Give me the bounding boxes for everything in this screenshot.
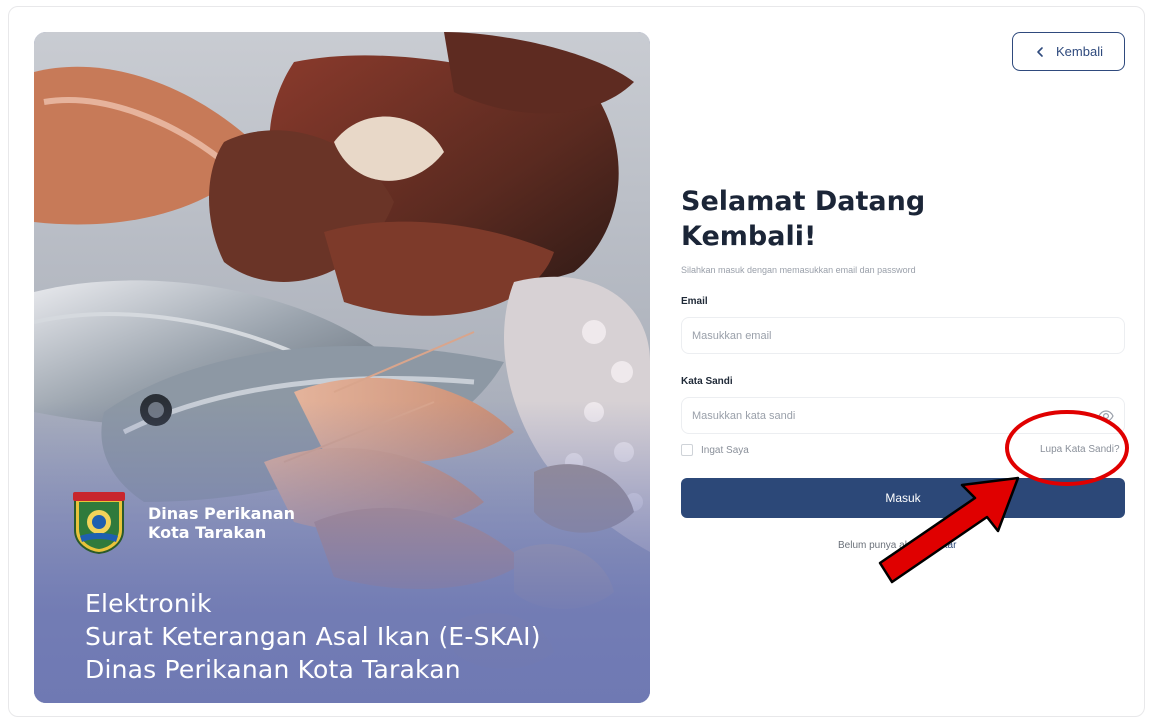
hero-panel: Dinas Perikanan Kota Tarakan Elektronik … xyxy=(34,32,650,703)
signup-prompt: Belum punya akun? Daftar xyxy=(838,540,956,551)
hero-title: Elektronik Surat Keterangan Asal Ikan (E… xyxy=(85,587,541,686)
login-button[interactable]: Masuk xyxy=(681,478,1125,518)
remember-me[interactable]: Ingat Saya xyxy=(681,444,749,456)
email-label: Email xyxy=(681,296,708,307)
welcome-line2: Kembali! xyxy=(681,221,817,252)
agency-brand: Dinas Perikanan Kota Tarakan xyxy=(72,492,295,554)
welcome-heading: Selamat Datang Kembali! xyxy=(681,184,925,254)
remember-me-label: Ingat Saya xyxy=(701,444,749,456)
login-button-label: Masuk xyxy=(885,491,921,505)
eye-icon[interactable] xyxy=(1098,409,1114,423)
agency-name-line2: Kota Tarakan xyxy=(148,523,267,542)
signup-link[interactable]: Daftar xyxy=(929,540,956,551)
forgot-password-link[interactable]: Lupa Kata Sandi? xyxy=(1040,444,1120,455)
hero-title-line2: Surat Keterangan Asal Ikan (E-SKAI) xyxy=(85,622,541,651)
password-field-wrapper xyxy=(681,397,1125,434)
city-emblem-logo xyxy=(73,492,125,554)
agency-name-line1: Dinas Perikanan xyxy=(148,504,296,523)
hero-title-line1: Elektronik xyxy=(85,589,212,618)
hero-title-line3: Dinas Perikanan Kota Tarakan xyxy=(85,655,461,684)
login-subtitle: Silahkan masuk dengan memasukkan email d… xyxy=(681,265,916,275)
chevron-left-icon xyxy=(1037,46,1043,57)
welcome-line1: Selamat Datang xyxy=(681,186,926,217)
remember-me-checkbox[interactable] xyxy=(681,444,693,456)
password-field[interactable] xyxy=(682,398,1124,433)
email-field[interactable] xyxy=(682,318,1124,353)
email-field-wrapper xyxy=(681,317,1125,354)
back-button[interactable]: Kembali xyxy=(1012,32,1125,71)
back-button-label: Kembali xyxy=(1056,44,1103,59)
password-label: Kata Sandi xyxy=(681,376,733,387)
signup-prefix: Belum punya akun? xyxy=(838,540,927,551)
